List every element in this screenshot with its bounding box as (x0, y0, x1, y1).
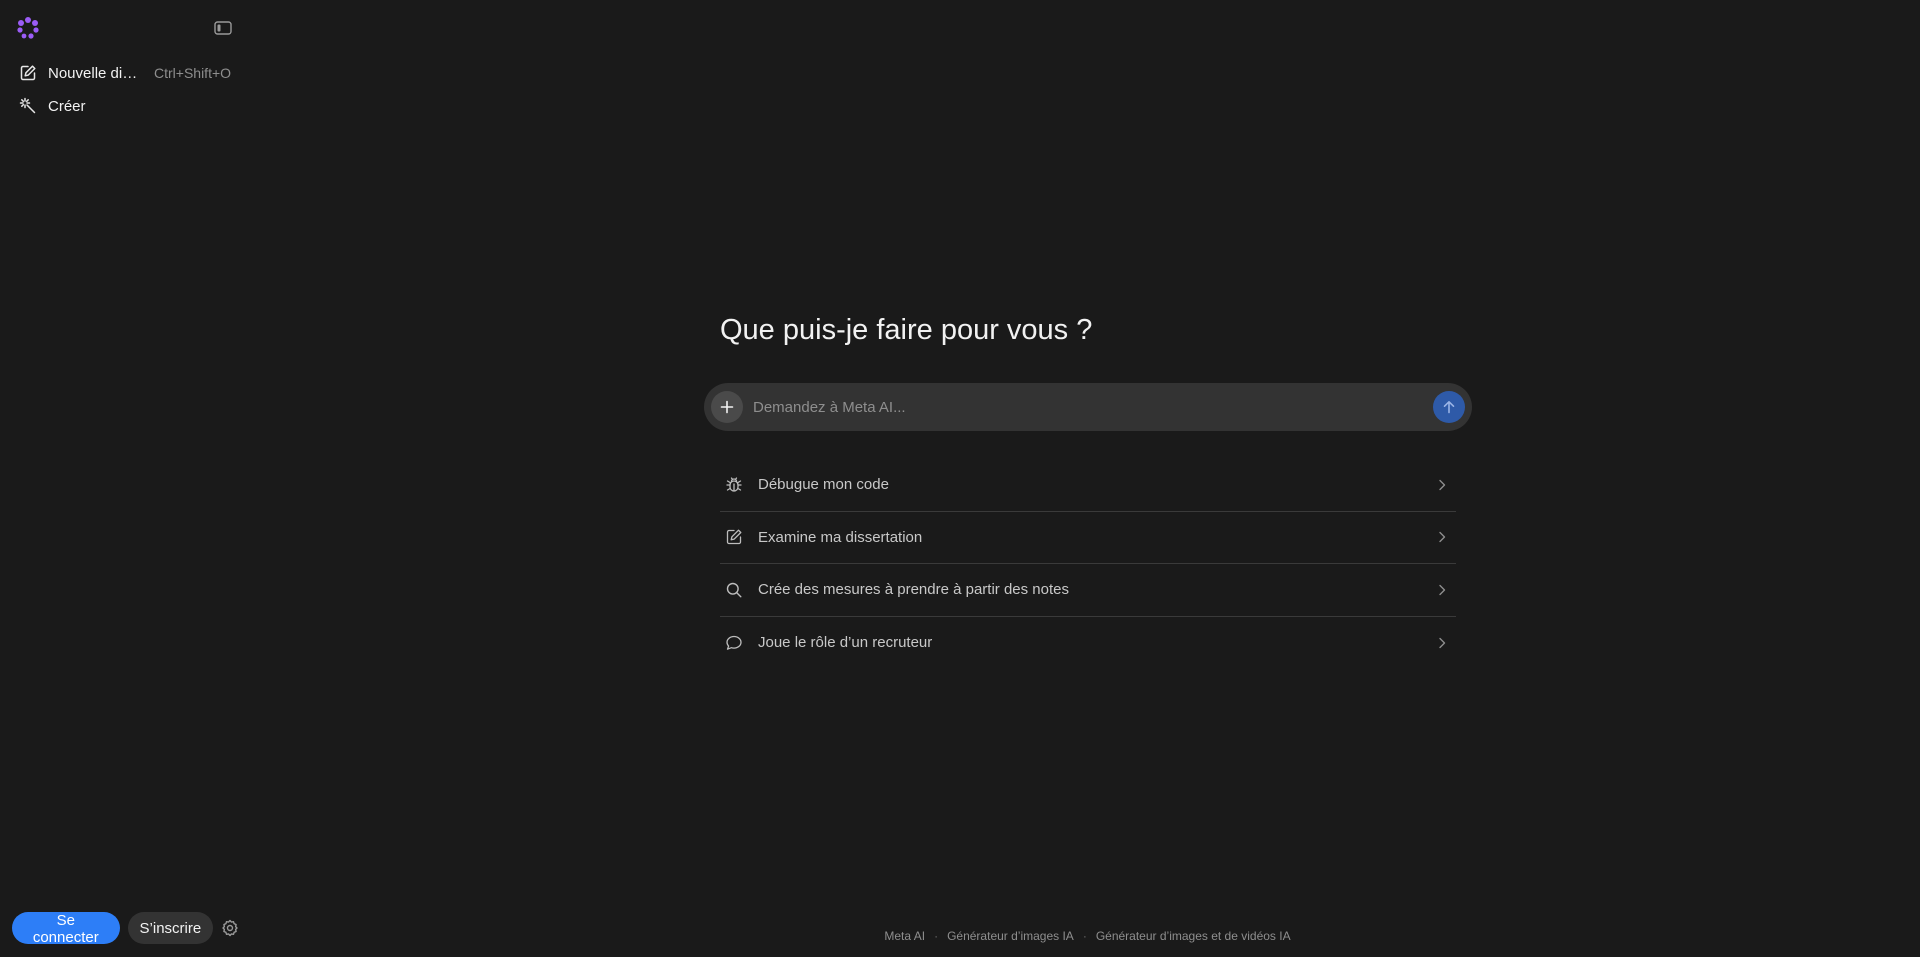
send-arrow-up-icon[interactable] (1433, 391, 1465, 423)
prompt-composer (704, 383, 1472, 431)
sidebar: Nouvelle discussion Ctrl+Shift+O Créer S… (0, 0, 240, 957)
suggestion-label: Examine ma dissertation (758, 528, 923, 546)
sidebar-item-label: Nouvelle discussion (48, 64, 142, 82)
meta-ai-logo-icon[interactable] (15, 15, 41, 41)
sidebar-item-label: Créer (48, 97, 86, 115)
add-attachment-plus-icon[interactable] (711, 391, 743, 423)
suggestion-label: Joue le rôle d’un recruteur (758, 634, 933, 652)
sidebar-item-create[interactable]: Créer (18, 93, 86, 119)
keyboard-shortcut: Ctrl+Shift+O (154, 65, 232, 81)
chevron-right-icon (1434, 477, 1450, 493)
footer-separator: · (934, 929, 939, 943)
suggestion-label: Débugue mon code (758, 476, 889, 494)
footer-separator: · (1082, 929, 1087, 943)
footer-link-image-video-generator[interactable]: Générateur d’images et de vidéos IA (1096, 929, 1291, 943)
page-title: Que puis-je faire pour vous ? (720, 314, 1093, 346)
sidebar-item-new-chat[interactable]: Nouvelle discussion Ctrl+Shift+O (18, 60, 231, 86)
footer-link-meta-ai[interactable]: Meta AI (884, 929, 925, 943)
chevron-right-icon (1434, 635, 1450, 651)
suggestion-item-action-items[interactable]: Crée des mesures à prendre à partir des … (720, 564, 1456, 617)
chevron-right-icon (1434, 582, 1450, 598)
suggestion-label: Crée des mesures à prendre à partir des … (758, 581, 1069, 599)
chevron-right-icon (1434, 529, 1450, 545)
prompt-input[interactable] (753, 387, 1433, 427)
suggestion-item-debug[interactable]: Débugue mon code (720, 459, 1456, 512)
search-icon (724, 580, 744, 600)
magic-wand-icon (18, 96, 38, 116)
suggestion-item-essay[interactable]: Examine ma dissertation (720, 512, 1456, 564)
suggestion-item-recruiter[interactable]: Joue le rôle d’un recruteur (720, 617, 1456, 670)
bug-icon (724, 475, 744, 495)
new-chat-icon (18, 63, 38, 83)
edit-icon (724, 527, 744, 547)
footer-links: Meta AI · Générateur d’images IA · Génér… (0, 929, 1920, 943)
chat-bubble-icon (724, 633, 744, 653)
footer-link-image-generator[interactable]: Générateur d’images IA (947, 929, 1074, 943)
sidebar-toggle-icon[interactable] (212, 18, 234, 38)
suggestion-list: Débugue mon code Examine ma dissertation (720, 459, 1456, 669)
